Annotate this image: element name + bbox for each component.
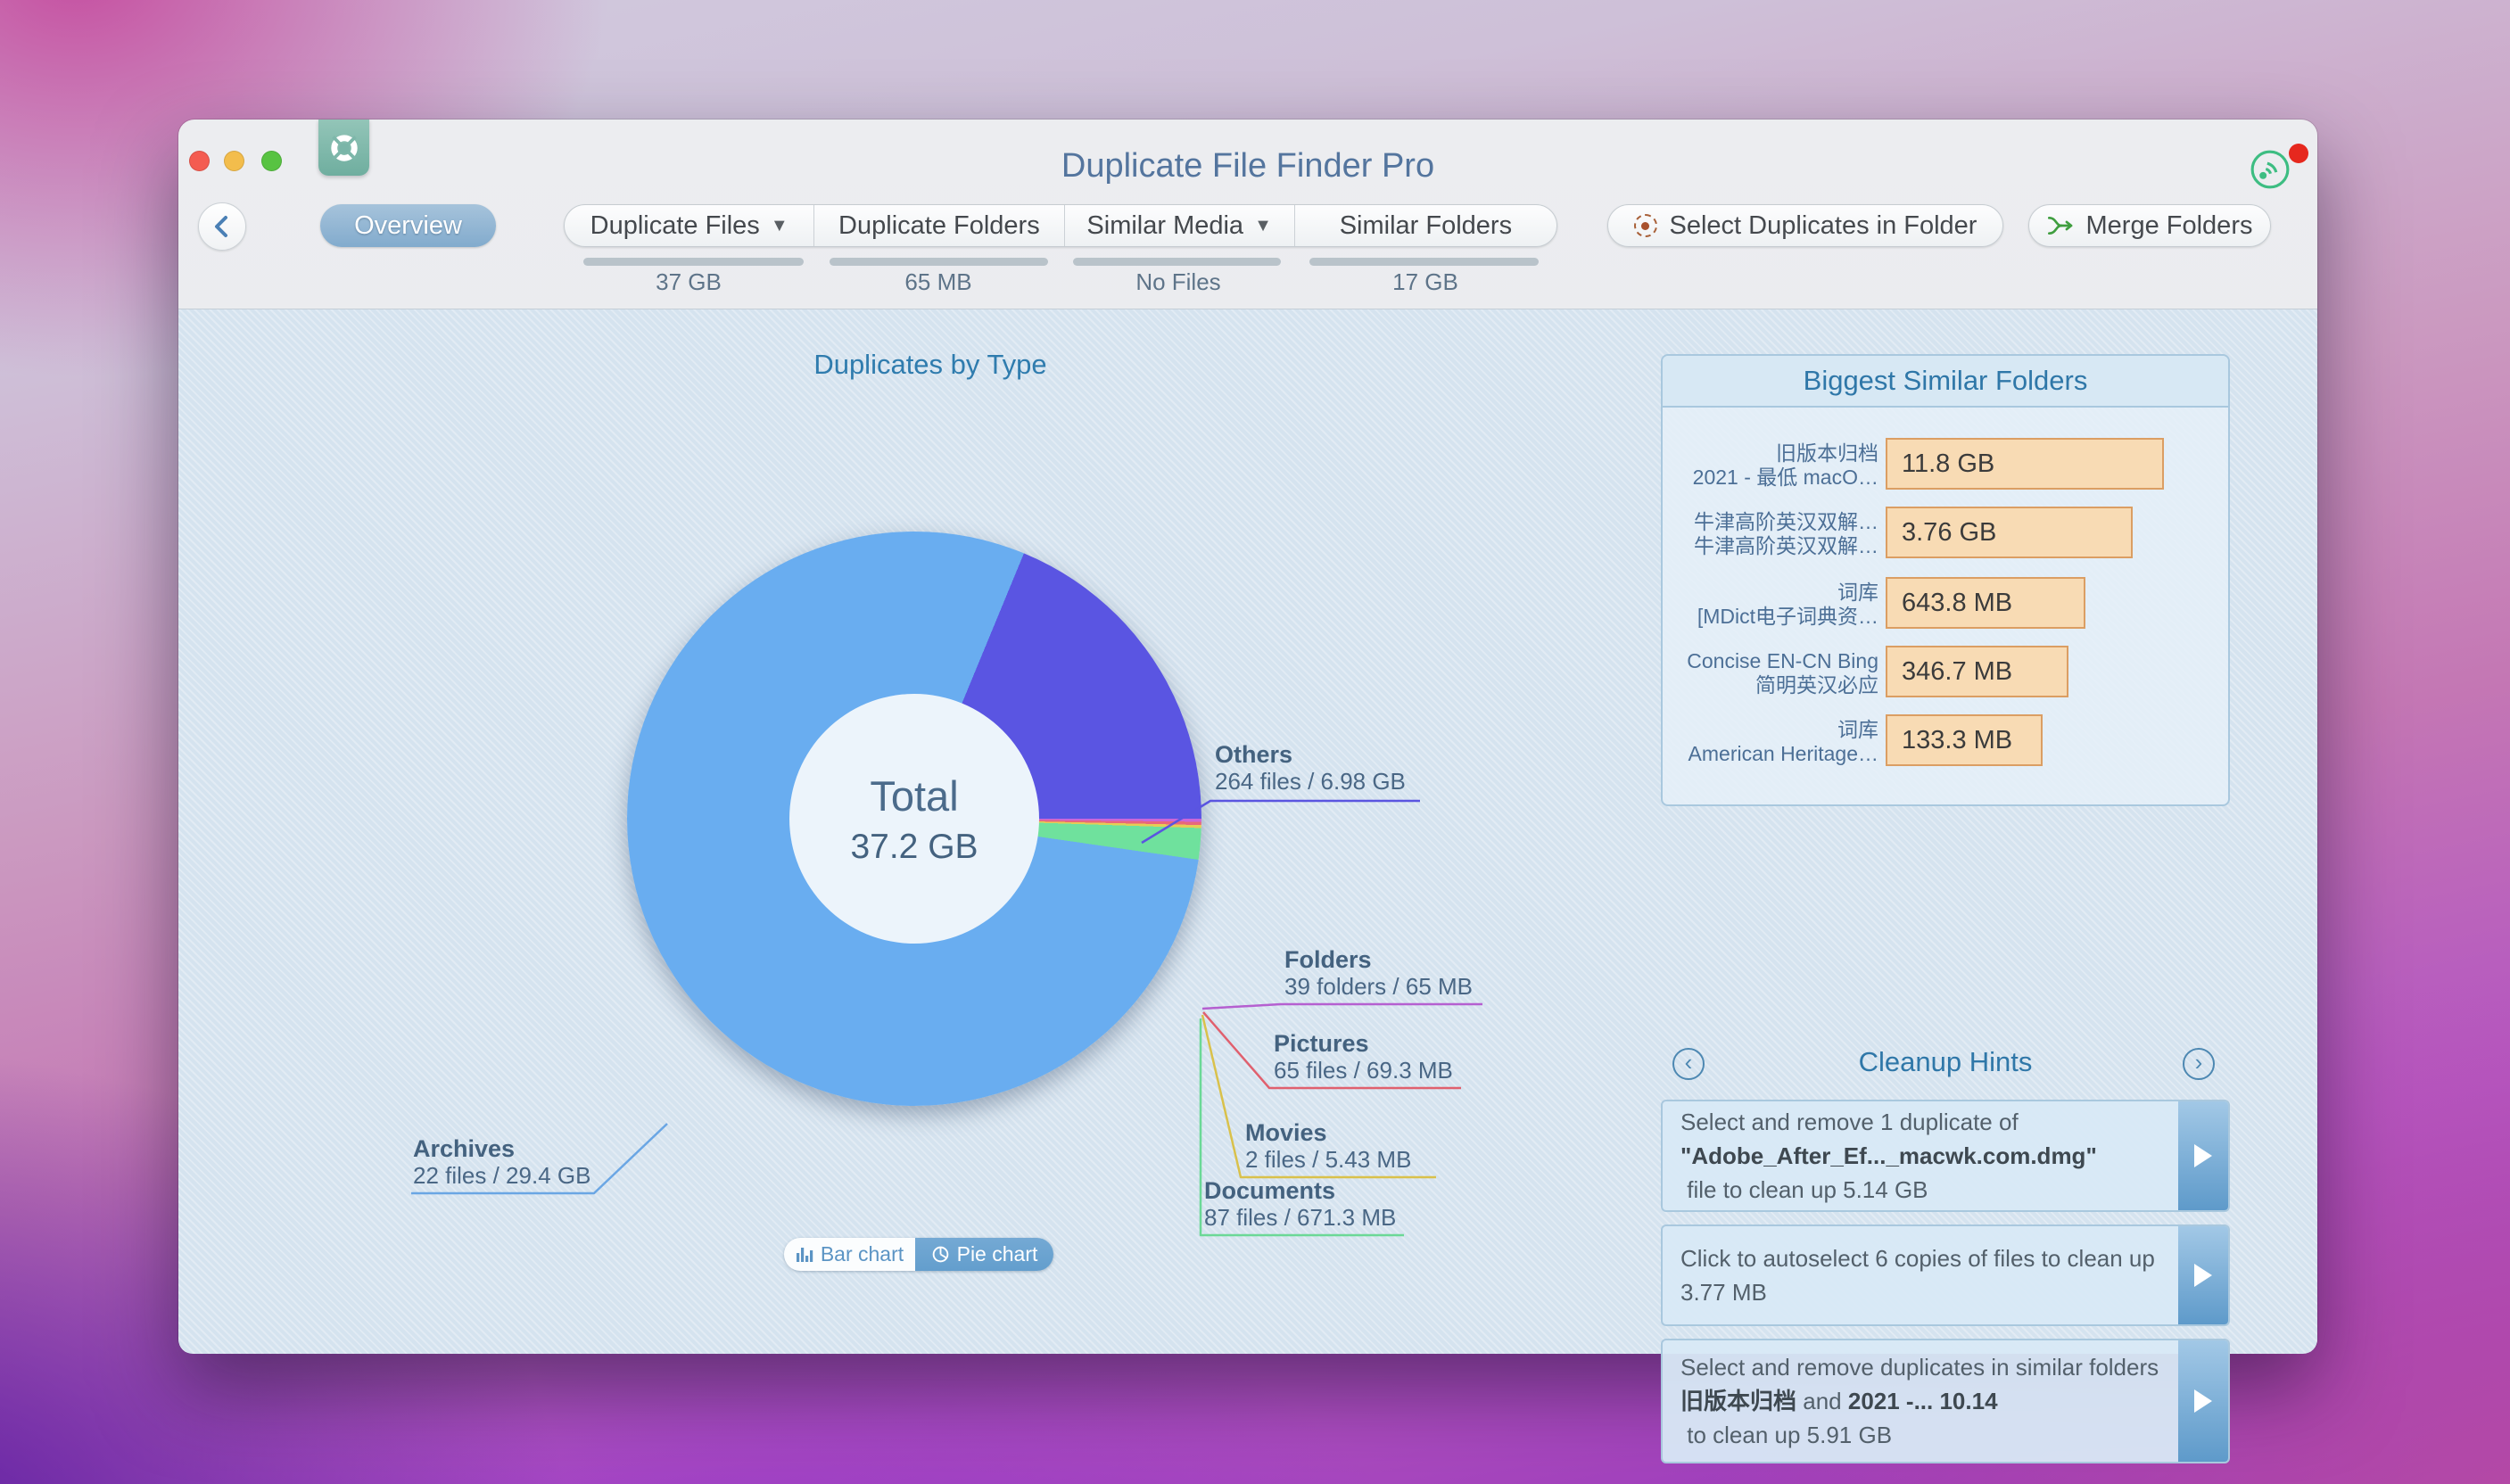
chart-title: Duplicates by Type [707,349,1153,381]
cleanup-hint-card[interactable]: Select and remove duplicates in similar … [1661,1339,2230,1463]
cleanup-hint-card[interactable]: Click to autoselect 6 copies of files to… [1661,1224,2230,1326]
cleanup-hints-title: Cleanup Hints [1661,1046,2230,1078]
category-tab-group: Duplicate Files ▼ Duplicate Folders Simi… [564,204,1557,247]
tab-progress-bar [830,258,1048,266]
similar-folder-row: 牛津高阶英汉双解…牛津高阶英汉双解… 3.76 GB [1663,505,2228,564]
dashed-target-icon [1634,214,1657,237]
apply-hint-button[interactable] [2178,1226,2228,1324]
slice-label-others: Others 264 files / 6.98 GB [1215,741,1406,795]
content-area: Duplicates by Type Total 37.2 GB Others … [178,309,2317,1354]
tab-similar-folders[interactable]: Similar Folders [1295,205,1556,246]
tab-label: Similar Media [1086,211,1243,241]
tab-similar-media[interactable]: Similar Media ▼ [1065,205,1295,246]
chevron-left-icon [209,211,235,242]
bar-chart-toggle[interactable]: Bar chart [784,1238,915,1271]
cleanup-hint-card[interactable]: Select and remove 1 duplicate of "Adobe_… [1661,1100,2230,1212]
toggle-label: Bar chart [821,1242,904,1266]
app-window: Duplicate File Finder Pro Overview Dupli… [178,120,2317,1353]
hint-text: Select and remove duplicates in similar … [1663,1340,2178,1462]
overview-label: Overview [354,211,462,241]
slice-label-folders: Folders 39 folders / 65 MB [1284,946,1473,1000]
tab-progress-bar [1309,258,1539,266]
pie-chart-icon [931,1245,950,1264]
tab-label: Duplicate Folders [838,211,1040,241]
merge-folders-button[interactable]: Merge Folders [2028,204,2271,247]
panel-title: Biggest Similar Folders [1663,356,2228,408]
pie-center-label: Total [870,771,958,820]
similar-folder-row: 词库[MDict电子词典资… 643.8 MB [1663,575,2228,634]
folder-size-bar[interactable]: 643.8 MB [1886,577,2085,629]
folder-size-bar[interactable]: 3.76 GB [1886,507,2133,558]
merge-icon [2047,212,2074,239]
chevron-down-icon: ▼ [771,216,789,236]
hint-text: Click to autoselect 6 copies of files to… [1663,1226,2178,1324]
update-status-button[interactable] [2250,144,2308,194]
play-icon [2194,1389,2212,1413]
toggle-label: Pie chart [957,1242,1038,1266]
button-label: Merge Folders [2086,211,2253,241]
bar-chart-icon [796,1246,813,1263]
tab-size-value: 37 GB [564,268,813,296]
slice-label-movies: Movies 2 files / 5.43 MB [1245,1119,1411,1173]
button-label: Select Duplicates in Folder [1670,211,1977,241]
notification-badge [2289,144,2308,163]
slice-label-archives: Archives 22 files / 29.4 GB [413,1135,590,1189]
signal-circle-icon [2250,149,2291,190]
tab-progress-bar [1073,258,1281,266]
apply-hint-button[interactable] [2178,1340,2228,1462]
similar-folder-row: 词库American Heritage… 133.3 MB [1663,713,2228,771]
apply-hint-button[interactable] [2178,1101,2228,1210]
tab-progress-bar [583,258,804,266]
overview-button[interactable]: Overview [320,204,496,247]
window-title: Duplicate File Finder Pro [178,147,2317,186]
chart-type-toggle: Bar chart Pie chart [784,1238,1053,1271]
slice-label-pictures: Pictures 65 files / 69.3 MB [1274,1030,1453,1084]
hints-next-button[interactable]: › [2183,1048,2215,1080]
tab-duplicate-folders[interactable]: Duplicate Folders [814,205,1064,246]
pie-chart-toggle[interactable]: Pie chart [915,1238,1053,1271]
similar-folder-row: Concise EN-CN Bing简明英汉必应 346.7 MB [1663,644,2228,703]
play-icon [2194,1144,2212,1167]
play-icon [2194,1264,2212,1287]
hint-text: Select and remove 1 duplicate of "Adobe_… [1663,1101,2178,1210]
tab-size-value: 17 GB [1293,268,1557,296]
select-duplicates-in-folder-button[interactable]: Select Duplicates in Folder [1607,204,2003,247]
tab-label: Duplicate Files [590,211,760,241]
tab-size-value: 65 MB [813,268,1063,296]
biggest-similar-folders-panel: Biggest Similar Folders 旧版本归档2021 - 最低 m… [1661,354,2230,806]
back-button[interactable] [198,202,246,251]
tab-size-value: No Files [1063,268,1293,296]
similar-folder-row: 旧版本归档2021 - 最低 macO… 11.8 GB [1663,436,2228,495]
folder-size-bar[interactable]: 133.3 MB [1886,714,2043,766]
slice-label-documents: Documents 87 files / 671.3 MB [1204,1177,1396,1231]
pie-center-value: 37.2 GB [850,828,978,867]
tab-label: Similar Folders [1340,211,1512,241]
folder-size-bar[interactable]: 346.7 MB [1886,646,2068,697]
tab-duplicate-files[interactable]: Duplicate Files ▼ [565,205,814,246]
pie-center: Total 37.2 GB [789,694,1039,944]
folder-size-bar[interactable]: 11.8 GB [1886,438,2164,490]
chevron-down-icon: ▼ [1254,216,1272,236]
